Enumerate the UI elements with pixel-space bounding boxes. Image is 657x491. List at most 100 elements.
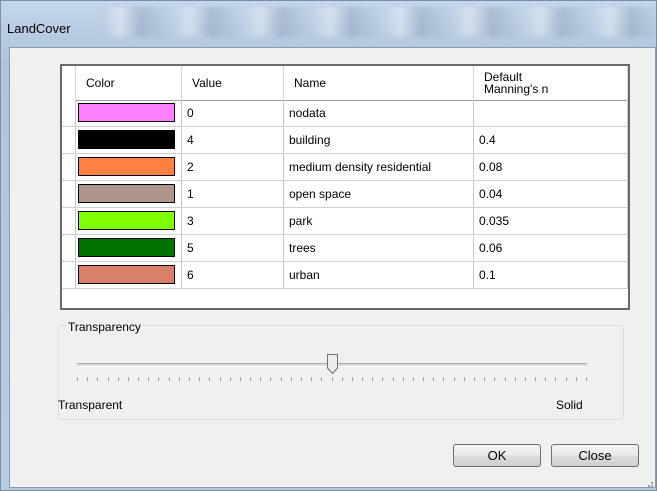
table-row[interactable]: 3 park 0.035 bbox=[62, 208, 628, 235]
color-swatch[interactable] bbox=[78, 265, 175, 284]
color-swatch[interactable] bbox=[78, 157, 175, 176]
color-cell[interactable] bbox=[76, 154, 182, 180]
slider-tick bbox=[566, 377, 567, 381]
table-row[interactable]: 4 building 0.4 bbox=[62, 127, 628, 154]
column-header-value[interactable]: Value bbox=[182, 66, 284, 100]
color-cell[interactable] bbox=[76, 100, 182, 126]
name-cell[interactable]: nodata bbox=[284, 100, 474, 126]
slider-tick bbox=[484, 377, 485, 381]
slider-tick bbox=[352, 377, 353, 381]
mannings-n-cell[interactable]: 0.4 bbox=[474, 127, 628, 153]
color-swatch[interactable] bbox=[78, 238, 175, 257]
slider-tick bbox=[332, 377, 333, 381]
slider-tick bbox=[209, 377, 210, 381]
mannings-n-cell[interactable]: 0.08 bbox=[474, 154, 628, 180]
slider-tick bbox=[189, 377, 190, 381]
slider-tick bbox=[148, 377, 149, 381]
row-header-corner bbox=[62, 66, 76, 100]
ok-button[interactable]: OK bbox=[453, 444, 541, 467]
column-header-color[interactable]: Color bbox=[76, 66, 182, 100]
color-cell[interactable] bbox=[76, 235, 182, 261]
value-cell[interactable]: 2 bbox=[182, 154, 284, 180]
table-row[interactable]: 6 urban 0.1 bbox=[62, 262, 628, 289]
name-cell[interactable]: open space bbox=[284, 181, 474, 207]
slider-tick bbox=[108, 377, 109, 381]
slider-tick bbox=[433, 377, 434, 381]
slider-tick bbox=[423, 377, 424, 381]
slider-tick bbox=[220, 377, 221, 381]
mannings-n-cell[interactable]: 0.035 bbox=[474, 208, 628, 234]
slider-tick bbox=[199, 377, 200, 381]
row-header[interactable] bbox=[62, 100, 76, 126]
blurred-background-strip bbox=[101, 7, 657, 37]
slider-tick bbox=[535, 377, 536, 381]
landcover-table[interactable]: Color Value Name Default Manning's n 0 no… bbox=[60, 64, 630, 310]
column-header-name[interactable]: Name bbox=[284, 66, 474, 100]
mannings-n-cell[interactable]: 0.04 bbox=[474, 181, 628, 207]
name-cell[interactable]: park bbox=[284, 208, 474, 234]
slider-tick bbox=[138, 377, 139, 381]
slider-tick bbox=[128, 377, 129, 381]
slider-tick bbox=[393, 377, 394, 381]
value-cell[interactable]: 5 bbox=[182, 235, 284, 261]
column-header-mannings-n[interactable]: Default Manning's n bbox=[474, 66, 628, 100]
slider-tick bbox=[515, 377, 516, 381]
name-cell[interactable]: medium density residential bbox=[284, 154, 474, 180]
slider-tick bbox=[525, 377, 526, 381]
dialog-window: LandCover Color Value Name Default Manni… bbox=[0, 0, 657, 491]
color-swatch[interactable] bbox=[78, 130, 175, 149]
slider-tick bbox=[291, 377, 292, 381]
color-cell[interactable] bbox=[76, 262, 182, 288]
transparency-slider-ticks bbox=[77, 377, 587, 382]
slider-tick bbox=[179, 377, 180, 381]
name-cell[interactable]: building bbox=[284, 127, 474, 153]
color-swatch[interactable] bbox=[78, 211, 175, 230]
slider-tick bbox=[301, 377, 302, 381]
transparency-group-label: Transparency bbox=[66, 320, 143, 334]
table-header-row: Color Value Name Default Manning's n bbox=[62, 66, 628, 101]
close-button[interactable]: Close bbox=[551, 444, 639, 467]
value-cell[interactable]: 1 bbox=[182, 181, 284, 207]
slider-tick bbox=[372, 377, 373, 381]
row-header[interactable] bbox=[62, 181, 76, 207]
value-cell[interactable]: 3 bbox=[182, 208, 284, 234]
table-row[interactable]: 1 open space 0.04 bbox=[62, 181, 628, 208]
transparency-slider-thumb[interactable] bbox=[327, 354, 338, 375]
color-cell[interactable] bbox=[76, 127, 182, 153]
row-header[interactable] bbox=[62, 262, 76, 288]
name-cell[interactable]: trees bbox=[284, 235, 474, 261]
resize-grip-icon[interactable] bbox=[644, 478, 654, 488]
color-swatch[interactable] bbox=[78, 184, 175, 203]
slider-tick bbox=[505, 377, 506, 381]
row-header[interactable] bbox=[62, 208, 76, 234]
slider-tick bbox=[413, 377, 414, 381]
row-header[interactable] bbox=[62, 154, 76, 180]
table-row[interactable]: 2 medium density residential 0.08 bbox=[62, 154, 628, 181]
slider-tick bbox=[230, 377, 231, 381]
slider-tick bbox=[474, 377, 475, 381]
slider-tick bbox=[87, 377, 88, 381]
table-row[interactable]: 0 nodata bbox=[62, 100, 628, 127]
value-cell[interactable]: 6 bbox=[182, 262, 284, 288]
name-cell[interactable]: urban bbox=[284, 262, 474, 288]
mannings-n-cell[interactable]: 0.1 bbox=[474, 262, 628, 288]
mannings-n-cell[interactable] bbox=[474, 100, 628, 126]
slider-tick bbox=[545, 377, 546, 381]
slider-tick bbox=[342, 377, 343, 381]
slider-tick bbox=[555, 377, 556, 381]
table-row[interactable]: 5 trees 0.06 bbox=[62, 235, 628, 262]
slider-tick bbox=[321, 377, 322, 381]
slider-tick bbox=[576, 377, 577, 381]
slider-tick bbox=[158, 377, 159, 381]
slider-tick bbox=[454, 377, 455, 381]
color-cell[interactable] bbox=[76, 208, 182, 234]
color-swatch[interactable] bbox=[78, 103, 175, 122]
value-cell[interactable]: 4 bbox=[182, 127, 284, 153]
row-header[interactable] bbox=[62, 235, 76, 261]
color-cell[interactable] bbox=[76, 181, 182, 207]
value-cell[interactable]: 0 bbox=[182, 100, 284, 126]
slider-tick bbox=[311, 377, 312, 381]
row-header[interactable] bbox=[62, 127, 76, 153]
column-header-mannings-n-line2: Manning's n bbox=[484, 82, 549, 96]
mannings-n-cell[interactable]: 0.06 bbox=[474, 235, 628, 261]
